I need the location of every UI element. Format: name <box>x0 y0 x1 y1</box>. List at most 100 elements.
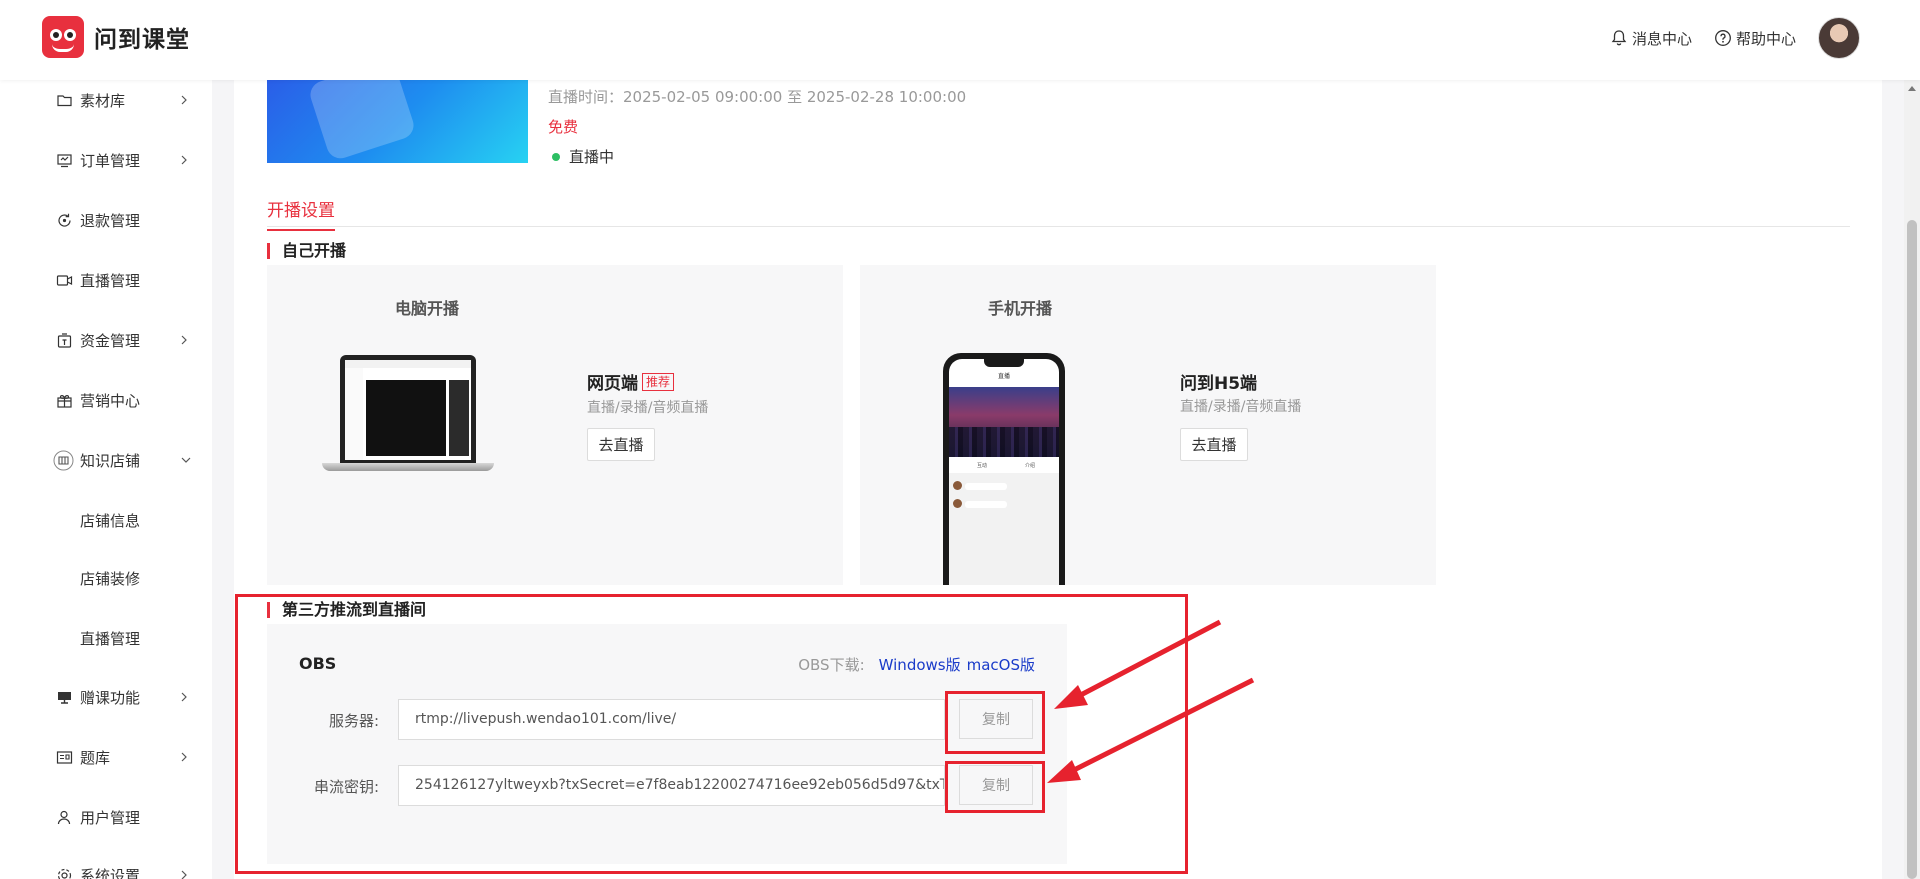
sidebar-item-label: 营销中心 <box>80 391 141 410</box>
sidebar-item-shop-decor[interactable]: 店铺装修 <box>0 558 212 598</box>
settings-icon <box>57 868 72 879</box>
stream-key-label: 串流密钥: <box>313 778 379 796</box>
sidebar-item-marketing[interactable]: 营销中心 <box>0 380 212 420</box>
brand-logo[interactable]: 问到课堂 <box>42 16 190 58</box>
sidebar-item-gift-course[interactable]: 赠课功能 <box>0 677 212 717</box>
laptop-illustration <box>322 355 494 475</box>
mobile-broadcast-card: 手机开播 直播 互动 介绍 问到H5端 直播/录播/音频直播 去直播 <box>860 265 1436 585</box>
user-icon <box>57 810 71 824</box>
chevron-right-icon <box>181 95 187 105</box>
stream-key-field[interactable]: 254126127yltweyxb?txSecret=e7f8eab122002… <box>398 765 945 806</box>
help-label: 帮助中心 <box>1735 29 1796 48</box>
chevron-right-icon <box>181 155 187 165</box>
chevron-right-icon <box>181 870 187 879</box>
chevron-down-icon <box>181 457 191 463</box>
annotation-copy-key-box <box>945 761 1045 813</box>
course-icon <box>58 691 71 704</box>
sidebar-item-label: 订单管理 <box>80 151 141 170</box>
sidebar-item-settings[interactable]: 系统设置 <box>0 855 212 879</box>
page-scrollbar[interactable] <box>1904 80 1920 879</box>
messages-link[interactable]: 消息中心 <box>1610 28 1692 49</box>
sidebar-item-label: 题库 <box>80 748 111 767</box>
section-title-third-party: 第三方推流到直播间 <box>267 602 426 618</box>
sidebar-item-users[interactable]: 用户管理 <box>0 797 212 837</box>
video-icon <box>56 274 73 286</box>
h5-product-label: 问到H5端 <box>1180 374 1258 394</box>
sidebar-item-label: 直播管理 <box>80 629 141 648</box>
folder-icon <box>57 94 72 106</box>
messages-label: 消息中心 <box>1631 29 1692 48</box>
recommend-badge: 推荐 <box>642 372 675 391</box>
server-field[interactable]: rtmp://livepush.wendao101.com/live/ <box>398 699 945 740</box>
h5-product-desc: 直播/录播/音频直播 <box>1180 399 1302 415</box>
sidebar-item-label: 用户管理 <box>80 808 141 827</box>
chevron-right-icon <box>181 692 187 702</box>
desktop-card-title: 电脑开播 <box>395 299 460 318</box>
question-bank-icon <box>56 750 73 764</box>
sidebar-item-materials[interactable]: 素材库 <box>0 80 212 120</box>
phone-header: 直播 <box>997 373 1010 380</box>
sidebar-item-label: 店铺装修 <box>80 569 141 588</box>
sidebar-item-label: 素材库 <box>80 91 126 110</box>
live-price: 免费 <box>548 118 579 136</box>
bell-icon <box>1611 30 1627 46</box>
web-product-label: 网页端 <box>587 374 638 394</box>
web-product-name: 网页端 推荐 <box>587 369 675 394</box>
sidebar-item-label: 知识店铺 <box>80 451 141 470</box>
live-info: 直播时间：2025-02-05 09:00:00 至 2025-02-28 10… <box>548 86 966 167</box>
phone-illustration: 直播 互动 介绍 <box>943 353 1065 585</box>
sidebar-item-shop-info[interactable]: 店铺信息 <box>0 500 212 540</box>
sidebar-item-funds[interactable]: 资金管理 <box>0 320 212 360</box>
sidebar-item-shop-live[interactable]: 直播管理 <box>0 618 212 658</box>
h5-product-name: 问到H5端 <box>1180 369 1257 394</box>
status-dot-icon <box>552 152 560 161</box>
sidebar-item-live[interactable]: 直播管理 <box>0 260 212 300</box>
mobile-card-title: 手机开播 <box>988 299 1053 318</box>
gift-icon <box>57 394 72 408</box>
obs-macos-link[interactable]: macOS版 <box>967 654 1035 675</box>
scroll-thumb[interactable] <box>1907 220 1917 879</box>
shop-icon <box>53 450 74 470</box>
sidebar-item-label: 店铺信息 <box>80 511 141 530</box>
annotation-copy-server-box <box>945 691 1045 754</box>
obs-windows-link[interactable]: Windows版 <box>879 654 961 675</box>
sidebar-item-label: 系统设置 <box>80 866 141 879</box>
chevron-right-icon <box>181 752 187 762</box>
web-product-desc: 直播/录播/音频直播 <box>587 400 709 416</box>
chevron-right-icon <box>181 335 187 345</box>
top-header: 问到课堂 消息中心 帮助中心 <box>0 0 1920 80</box>
scroll-up-arrow-icon[interactable] <box>1908 86 1916 91</box>
sidebar-item-label: 资金管理 <box>80 331 141 350</box>
section-title-self: 自己开播 <box>267 243 346 259</box>
live-cover-image <box>267 80 528 163</box>
live-time: 直播时间：2025-02-05 09:00:00 至 2025-02-28 10… <box>548 88 967 106</box>
sidebar-item-shop[interactable]: 知识店铺 <box>0 440 212 480</box>
desktop-go-live-button[interactable]: 去直播 <box>587 428 655 461</box>
live-status: 直播中 <box>548 146 966 167</box>
sidebar-item-refunds[interactable]: 退款管理 <box>0 200 212 240</box>
server-label: 服务器: <box>328 712 379 730</box>
brand-name: 问到课堂 <box>94 27 190 53</box>
refund-icon <box>58 213 71 227</box>
obs-download: OBS下载: Windows版 macOS版 <box>798 654 1035 675</box>
phone-tab-intro: 介绍 <box>1025 463 1036 469</box>
obs-download-label: OBS下载: <box>798 656 865 674</box>
sidebar-item-label: 退款管理 <box>80 211 141 230</box>
sidebar-nav: 素材库 订单管理 退款管理 直播管理 资金管理 营销中心 知识店铺 店铺信息 店… <box>0 80 212 879</box>
octopus-logo-icon <box>42 16 84 58</box>
order-icon <box>57 153 72 167</box>
obs-title: OBS <box>299 654 337 673</box>
wallet-icon <box>57 332 72 348</box>
sidebar-item-label: 直播管理 <box>80 271 141 290</box>
sidebar-item-orders[interactable]: 订单管理 <box>0 140 212 180</box>
help-icon <box>1715 30 1731 46</box>
user-avatar[interactable] <box>1818 17 1860 59</box>
sidebar-item-question-bank[interactable]: 题库 <box>0 737 212 777</box>
phone-tab-interact: 互动 <box>977 463 988 469</box>
sidebar-item-label: 赠课功能 <box>80 688 141 707</box>
help-link[interactable]: 帮助中心 <box>1714 28 1796 49</box>
desktop-broadcast-card: 电脑开播 网页端 推荐 直播/录播/音频直播 去直播 <box>267 265 843 585</box>
tab-divider <box>267 226 1850 227</box>
live-status-label: 直播中 <box>569 148 615 166</box>
mobile-go-live-button[interactable]: 去直播 <box>1180 428 1248 461</box>
